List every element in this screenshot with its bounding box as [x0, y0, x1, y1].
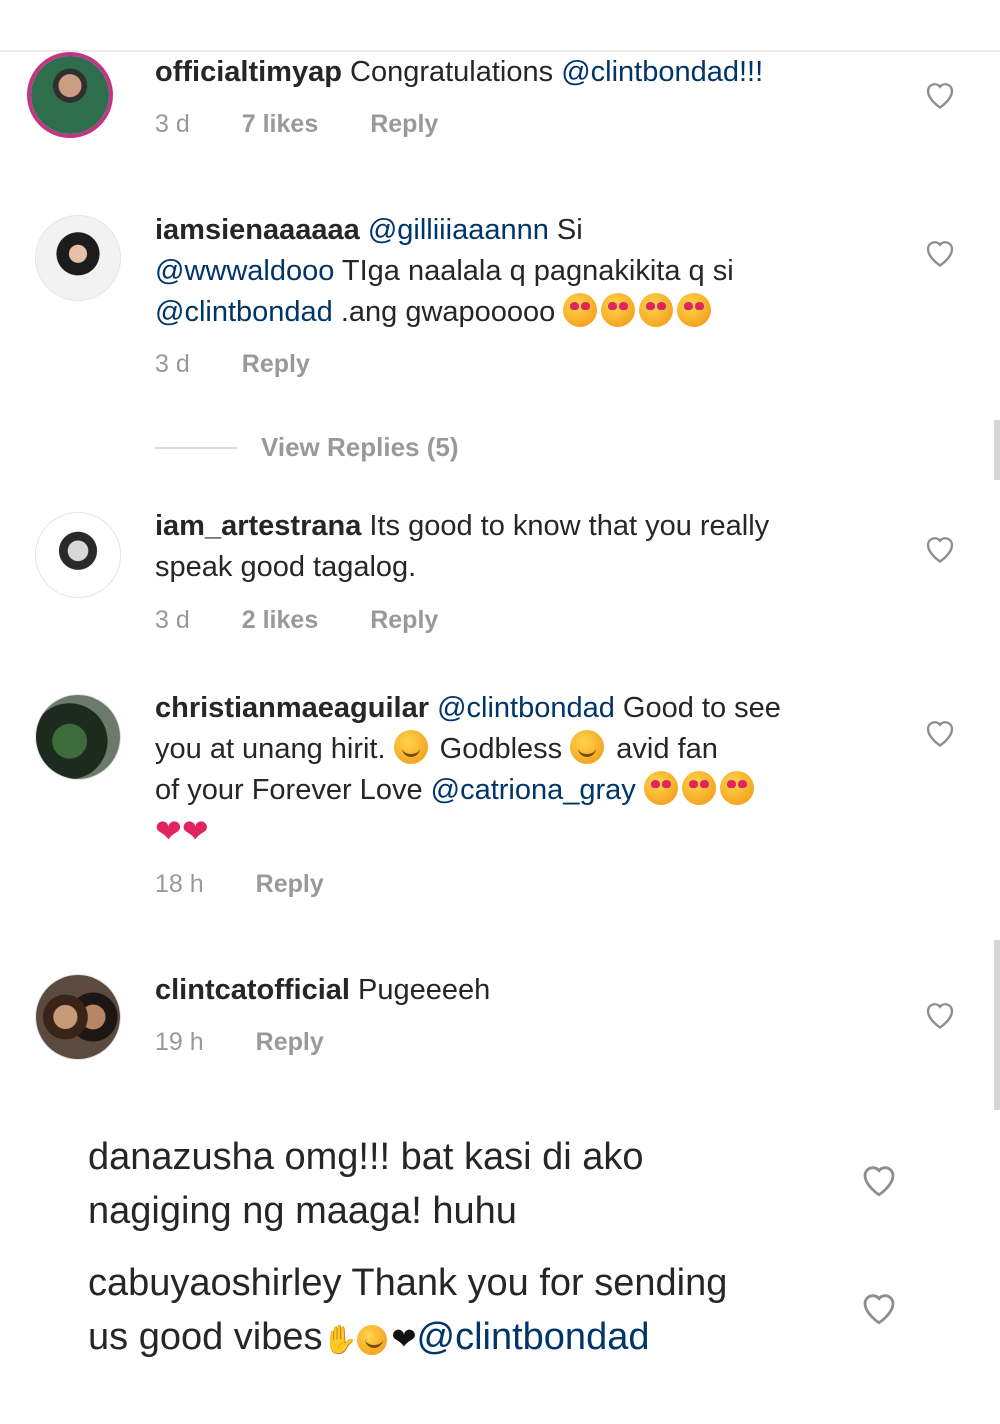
heart-outline-icon[interactable]: [922, 530, 958, 566]
comment-body: omg!!! bat kasi di ako: [273, 1136, 644, 1178]
red-heart-emoji-icon: ❤❤: [155, 813, 209, 849]
comment-body: TIga naalala q pagnakikita q si: [334, 255, 734, 287]
comment-username[interactable]: officialtimyap: [155, 56, 342, 88]
divider: [155, 446, 237, 449]
comment-username[interactable]: clintcatofficial: [155, 974, 350, 1006]
comment-text: danazusha omg!!! bat kasi di ako nagigin…: [88, 1130, 644, 1238]
scrollbar[interactable]: [994, 940, 1000, 1110]
mention-link[interactable]: @clintbondad: [437, 692, 615, 724]
heart-eyes-emoji-icon: [681, 771, 716, 805]
comment-text: iam_artestrana Its good to know that you…: [155, 506, 769, 588]
smiling-emoji-icon: [357, 1325, 388, 1355]
comment-text: cabuyaoshirley Thank you for sending us …: [88, 1256, 727, 1367]
comment-body: Godbless: [431, 733, 571, 765]
heart-eyes-emoji-icon: [677, 293, 712, 327]
avatar[interactable]: [35, 974, 121, 1060]
heart-outline-icon[interactable]: [922, 76, 958, 112]
comment-time: 18 h: [155, 870, 204, 898]
heart-eyes-emoji-icon: [639, 293, 674, 327]
mention-link[interactable]: @clintbondad: [155, 296, 333, 328]
reply-button[interactable]: Reply: [370, 606, 438, 635]
avatar[interactable]: [27, 52, 113, 138]
comment-meta: 3 d 2 likes Reply: [155, 606, 438, 635]
reply-button[interactable]: Reply: [256, 870, 324, 899]
heart-outline-icon[interactable]: [858, 1158, 900, 1200]
comment-body: you at unang hirit.: [155, 733, 394, 765]
mention-link[interactable]: @wwwaldooo: [155, 255, 334, 287]
smiling-emoji-icon: [570, 730, 605, 764]
reply-button[interactable]: Reply: [242, 350, 310, 379]
comment-username[interactable]: christianmaeaguilar: [155, 692, 429, 724]
scrollbar[interactable]: [994, 420, 1000, 480]
heart-outline-icon[interactable]: [922, 234, 958, 270]
black-heart-emoji-icon: ❤: [391, 1323, 417, 1356]
comment-body: of your Forever Love: [155, 774, 431, 806]
comment-meta: 18 h Reply: [155, 870, 324, 899]
mention-link[interactable]: @gilliiiaaannn: [368, 214, 549, 246]
heart-outline-icon[interactable]: [858, 1286, 900, 1328]
heart-eyes-emoji-icon: [563, 293, 598, 327]
mention-link[interactable]: @catriona_gray: [431, 774, 636, 806]
laughing-emoji-icon: [393, 730, 428, 764]
comment-body: us good vibes: [88, 1316, 323, 1358]
comment-meta: 3 d Reply: [155, 350, 310, 379]
view-replies-label[interactable]: View Replies (5): [261, 432, 459, 463]
comment-body: .ang gwapooooo: [332, 296, 564, 328]
likes-count[interactable]: 2 likes: [242, 606, 318, 635]
comment-text: christianmaeaguilar @clintbondad Good to…: [155, 688, 781, 854]
comment-text: officialtimyap Congratulations @clintbon…: [155, 52, 763, 93]
comment-username[interactable]: iamsienaaaaaa: [155, 214, 360, 246]
view-replies-button[interactable]: View Replies (5): [155, 432, 459, 463]
heart-eyes-emoji-icon: [601, 293, 636, 327]
comment-text: iamsienaaaaaa @gilliiiaaannn Si @wwwaldo…: [155, 210, 734, 333]
heart-eyes-emoji-icon: [643, 771, 678, 805]
comment-body: Pugeeeeh: [350, 974, 491, 1006]
top-divider: [0, 0, 1000, 52]
mention-link[interactable]: @clintbondad!!!: [561, 56, 763, 88]
heart-eyes-emoji-icon: [719, 771, 754, 805]
mention-link[interactable]: @clintbondad: [417, 1316, 650, 1358]
comment-body: nagiging ng maaga! huhu: [88, 1190, 517, 1232]
avatar[interactable]: [35, 512, 121, 598]
reply-button[interactable]: Reply: [256, 1028, 324, 1057]
comment-body: avid fan: [608, 733, 718, 765]
comment-body: Si: [548, 214, 583, 246]
comment-username[interactable]: danazusha: [88, 1136, 274, 1178]
comment-meta: 19 h Reply: [155, 1028, 324, 1057]
hand-emoji-icon: ✋: [322, 1324, 358, 1355]
comment-username[interactable]: iam_artestrana: [155, 510, 361, 542]
comment-body: Good to see: [614, 692, 781, 724]
comment-time: 3 d: [155, 110, 190, 138]
comment-text: clintcatofficial Pugeeeeh: [155, 970, 490, 1011]
likes-count[interactable]: 7 likes: [242, 110, 318, 139]
comment-body: Congratulations: [341, 56, 562, 88]
comment-body: Its good to know that you really: [361, 510, 770, 542]
heart-outline-icon[interactable]: [922, 996, 958, 1032]
comment-time: 3 d: [155, 350, 190, 378]
comment-body: Thank you for sending: [341, 1262, 728, 1304]
comment-time: 19 h: [155, 1028, 204, 1056]
avatar[interactable]: [35, 694, 121, 780]
heart-outline-icon[interactable]: [922, 714, 958, 750]
comment-time: 3 d: [155, 606, 190, 634]
comment-body: speak good tagalog.: [155, 551, 417, 583]
avatar[interactable]: [35, 215, 121, 301]
comment-username[interactable]: cabuyaoshirley: [88, 1262, 341, 1304]
reply-button[interactable]: Reply: [370, 110, 438, 139]
comment-meta: 3 d 7 likes Reply: [155, 110, 438, 139]
